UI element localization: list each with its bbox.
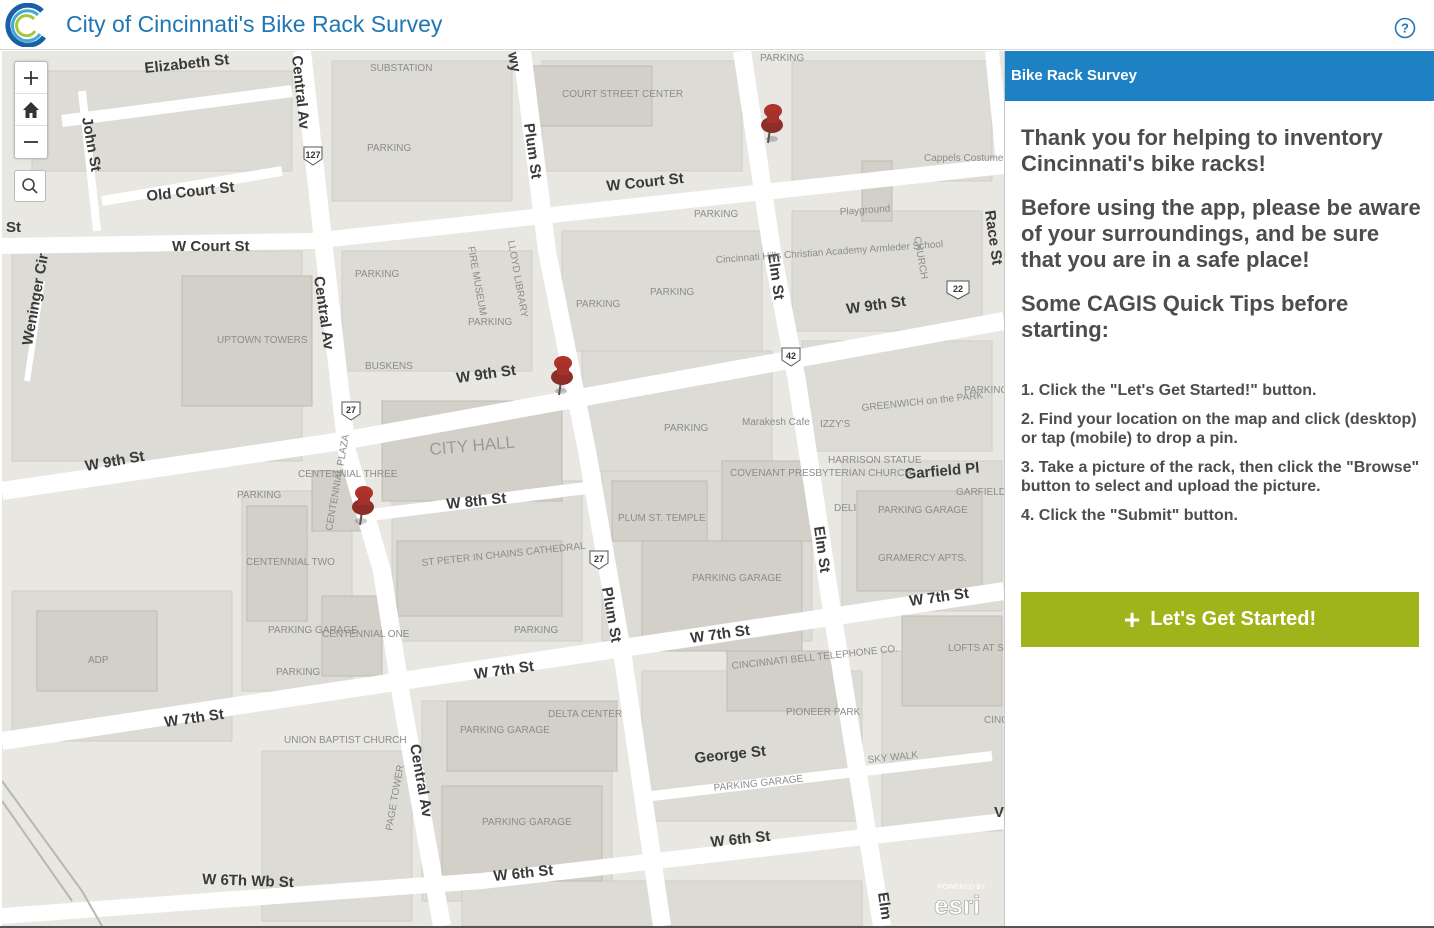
svg-text:127: 127: [305, 150, 320, 160]
get-started-label: Let's Get Started!: [1150, 608, 1317, 630]
esri-logo: esri: [934, 890, 980, 920]
poi-label: DELI: [834, 503, 856, 514]
poi-label: DELTA CENTER: [548, 709, 622, 720]
svg-text:27: 27: [346, 405, 356, 415]
poi-label: UNION BAPTIST CHURCH: [284, 735, 407, 746]
app-title: City of Cincinnati's Bike Rack Survey: [66, 11, 443, 37]
poi-label: PARKING: [650, 287, 694, 298]
tips-list: 1. Click the "Let's Get Started!" button…: [1021, 381, 1421, 525]
poi-label: PARKING: [514, 625, 558, 636]
poi-label: GARFIELD TOWER: [956, 487, 1004, 498]
poi-label: PARKING GARAGE: [482, 817, 572, 828]
poi-label: PARKING GARAGE: [268, 625, 358, 636]
poi-label: PARKING GARAGE: [460, 725, 550, 736]
get-started-button[interactable]: + Let's Get Started!: [1021, 592, 1419, 647]
poi-label: COURT STREET CENTER: [562, 89, 683, 100]
tips-heading: Some CAGIS Quick Tips before starting:: [1021, 291, 1349, 342]
poi-label: PARKING: [276, 667, 320, 678]
street-label: W 6Th Wb St: [202, 871, 294, 891]
search-icon: [22, 178, 38, 194]
list-item: 2. Find your location on the map and cli…: [1021, 411, 1417, 447]
help-circle-icon[interactable]: ?: [1394, 17, 1416, 39]
poi-label: PARKING: [760, 53, 804, 64]
svg-text:?: ?: [1401, 21, 1409, 36]
street-label: V: [994, 804, 1004, 821]
poi-label: GRAMERCY APTS.: [878, 553, 967, 564]
home-icon: [23, 101, 39, 118]
app-header: City of Cincinnati's Bike Rack Survey ?: [0, 0, 1434, 50]
minus-icon: [24, 141, 38, 143]
basemap: 127 27 27 42 22 Elizabeth St John St Cen…: [2, 51, 1004, 926]
poi-label: PARKING GARAGE: [692, 573, 782, 584]
plus-icon: +: [1123, 603, 1141, 635]
poi-label: CENTENNIAL THREE: [298, 469, 398, 480]
poi-label: PARKING: [576, 299, 620, 310]
safety-heading: Before using the app, please be aware of…: [1021, 195, 1421, 272]
map-nav-controls: [14, 61, 48, 159]
svg-text:27: 27: [594, 554, 604, 564]
poi-label: Cappels Costume Store: [924, 153, 1004, 164]
home-button[interactable]: [15, 94, 47, 126]
poi-label: PARKING: [694, 209, 738, 220]
poi-label: PARKING: [664, 423, 708, 434]
zoom-out-button[interactable]: [15, 126, 47, 158]
plus-icon: [24, 70, 38, 85]
list-item: 3. Take a picture of the rack, then clic…: [1021, 459, 1420, 495]
zoom-in-button[interactable]: [15, 62, 47, 94]
map-search-button[interactable]: [14, 170, 46, 202]
panel-body: Thank you for helping to inventory Cinci…: [1021, 125, 1421, 535]
street-label: St: [6, 219, 21, 236]
poi-label: IZZY'S: [820, 419, 851, 430]
city-logo-icon: [5, 3, 47, 47]
poi-label: LOFTS AT SHILLITO PL: [948, 643, 1004, 654]
poi-label: PARKING GARAGE: [878, 505, 968, 516]
poi-label: Marakesh Cafe: [742, 417, 810, 428]
intro-heading: Thank you for helping to inventory Cinci…: [1021, 125, 1383, 176]
map-view[interactable]: 127 27 27 42 22 Elizabeth St John St Cen…: [2, 51, 1004, 926]
panel-title: Bike Rack Survey: [1011, 67, 1137, 84]
street-label: W Court St: [172, 238, 249, 255]
poi-label: HARRISON STATUE: [828, 455, 922, 466]
poi-label: ADP: [88, 655, 109, 666]
poi-label: PARKING: [237, 490, 281, 501]
side-panel: Bike Rack Survey Thank you for helping t…: [1004, 51, 1434, 928]
svg-text:22: 22: [953, 284, 963, 294]
poi-label: CENTENNIAL TWO: [246, 557, 335, 568]
poi-label: UPTOWN TOWERS: [217, 335, 308, 346]
panel-header: Bike Rack Survey: [1005, 51, 1434, 101]
svg-text:42: 42: [786, 351, 796, 361]
poi-label: SUBSTATION: [370, 63, 432, 74]
list-item: 1. Click the "Let's Get Started!" button…: [1021, 382, 1317, 399]
poi-label: PARKING: [468, 317, 512, 328]
poi-label: CINC ATHL CL: [984, 715, 1004, 726]
list-item: 4. Click the "Submit" button.: [1021, 507, 1238, 524]
poi-label: PLUM ST. TEMPLE: [618, 513, 706, 524]
poi-label: PIONEER PARK: [786, 707, 861, 718]
poi-label: BUSKENS: [365, 361, 413, 372]
poi-label: PARKING: [367, 143, 411, 154]
poi-label: COVENANT PRESBYTERIAN CHURCH: [730, 468, 912, 479]
poi-label: PARKING: [355, 269, 399, 280]
